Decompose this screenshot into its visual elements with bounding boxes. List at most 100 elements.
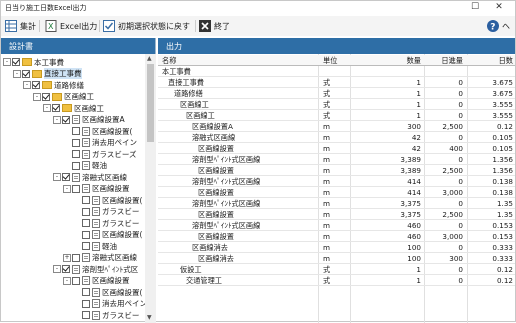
tree-checkbox[interactable] [62,265,70,273]
expand-toggle-icon[interactable]: + [63,253,71,262]
design-tree[interactable]: - 本工事費 - 直接工事費 - 道路修繕 - 区画線工 - 区画線工 - 区画線設置A 区画線設置(消… [1,54,145,322]
expand-toggle-icon[interactable]: - [23,81,31,89]
table-row[interactable]: 本工事費 [158,66,515,77]
tree-checkbox[interactable] [82,311,90,319]
tree-node[interactable]: ガラスビー [73,309,139,321]
table-row[interactable]: 区画線設置 m 3,375 2,500 1.35 [158,209,515,220]
tree-node[interactable]: ガラスビー [73,217,139,229]
tree-checkbox[interactable] [82,207,90,216]
tree-checkbox[interactable] [72,253,80,262]
tree-node[interactable]: 消去用ペイン [63,137,137,149]
expand-toggle-icon[interactable]: - [43,104,51,112]
table-row[interactable]: 区画線工 式 1 0 3.555 [158,99,515,110]
tree-checkbox[interactable] [82,288,90,296]
table-row[interactable]: 交通管理工 式 1 0 0.12 [158,275,515,286]
expand-toggle-icon[interactable]: - [63,276,71,285]
output-grid[interactable]: 名称 単位 数量 日進量 日数 本工事費 直接工事費式 1 0 3.675 道路修繕式 1 0 3.675… [158,54,515,323]
scroll-down-icon[interactable]: ▼ [147,314,152,321]
tree-checkbox[interactable] [82,196,90,204]
table-row[interactable]: 溶融式区画線 m 42 0 0.105 [158,132,515,143]
table-row[interactable]: 区画線消去 m 100 0 0.333 [158,242,515,253]
table-row[interactable]: 溶剤型ﾍﾟｲﾝﾄ式区画線 m 3,389 0 1.356 [158,154,515,165]
tree-checkbox[interactable] [62,173,70,181]
tree-node[interactable]: ガラスビーズ [63,148,136,160]
table-row[interactable]: 区画線設置 m 414 3,000 0.138 [158,187,515,198]
tree-node[interactable]: - 溶融式区画線 [53,171,127,183]
tree-node[interactable]: - 本工事費 [3,56,64,68]
unit-cell: 式 [323,78,331,87]
tree-node-label: 溶融式区画線 [82,172,127,182]
unit-cell: m [323,166,331,175]
table-row[interactable]: 区画線設置 m 42 400 0.105 [158,143,515,154]
expand-toggle-icon[interactable]: - [13,69,21,78]
exit-button[interactable]: 終了 [199,18,230,34]
tree-node[interactable]: - 区画線工 [33,91,94,103]
tree-node[interactable]: ガラスビー [73,206,139,218]
expand-toggle-icon[interactable]: - [53,173,61,181]
expand-toggle-icon[interactable]: - [33,92,41,101]
tree-checkbox[interactable] [22,69,30,78]
tree-checkbox[interactable] [72,276,80,285]
tree-node-label: ガラスビー [102,310,140,320]
tree-node[interactable]: - 溶剤型ﾍﾟｲﾝﾄ式区 [53,263,138,275]
tree-checkbox[interactable] [82,242,90,250]
days-cell: 0.105 [492,133,513,142]
tree-checkbox[interactable] [42,92,50,101]
tree-checkbox[interactable] [62,115,70,124]
expand-toggle-icon[interactable]: - [3,58,11,66]
summary-label: 集計 [20,21,36,31]
tree-node[interactable]: - 直接工事費 [13,68,82,80]
tree-checkbox[interactable] [72,184,80,193]
maximize-button[interactable]: ☐ [467,2,483,12]
table-row[interactable]: 区画線設置 m 3,389 2,500 1.356 [158,165,515,176]
tree-checkbox[interactable] [72,138,80,147]
table-row[interactable]: 溶剤型ﾍﾟｲﾝﾄ式区画線 m 414 0 0.138 [158,176,515,187]
tree-checkbox[interactable] [52,104,60,112]
reset-selection-button[interactable]: 初期選択状態に戻す [103,18,190,34]
scrollbar-thumb[interactable] [147,64,154,142]
table-row[interactable]: 区画線設置 m 460 3,000 0.153 [158,231,515,242]
expand-toggle-icon[interactable]: - [53,115,61,124]
expand-toggle-icon[interactable]: - [53,265,61,273]
tree-checkbox[interactable] [72,161,80,170]
table-row[interactable]: 区画線消去 m 100 300 0.333 [158,253,515,264]
table-row[interactable]: 直接工事費 式 1 0 3.675 [158,77,515,88]
tree-node[interactable]: + 溶融式区画線 [63,252,137,264]
tree-node[interactable]: - 区画線設置 [63,275,130,287]
close-button[interactable]: ✕ [491,2,507,12]
excel-output-button[interactable]: X Excel出力 [45,18,97,34]
table-row[interactable]: 道路修繕 式 1 0 3.675 [158,88,515,99]
column-header: 日数 [498,56,513,65]
tree-node[interactable]: - 区画線設置A [53,114,125,126]
table-row[interactable]: 溶剤型ﾍﾟｲﾝﾄ式区画線 m 460 0 0.153 [158,220,515,231]
tree-checkbox[interactable] [82,230,90,239]
tree-checkbox[interactable] [82,299,90,308]
expand-toggle-icon[interactable]: - [63,184,71,193]
doc-icon [82,253,90,262]
tree-node[interactable]: 軽油 [63,160,107,172]
table-row[interactable]: 仮設工 式 1 0 0.12 [158,264,515,275]
days-cell: 0.138 [492,188,513,197]
tree-node[interactable]: - 区画線設置 [63,183,130,195]
help-button[interactable]: ? ヘ [487,18,510,34]
tree-checkbox[interactable] [32,81,40,89]
tree-node[interactable]: 区画線設置( [73,194,142,206]
tree-node[interactable]: 軽油 [73,240,117,252]
tree-checkbox[interactable] [12,58,20,66]
table-row[interactable]: 区画線設置A m 300 2,500 0.12 [158,121,515,132]
tree-scrollbar[interactable]: ▲ ▼ [145,54,156,323]
tree-checkbox[interactable] [72,150,80,158]
scroll-up-icon[interactable]: ▲ [147,55,152,62]
tree-node[interactable]: - 区画線工 [43,102,104,114]
tree-node[interactable]: 区画線設置( [73,286,142,298]
summary-button[interactable]: 集計 [5,18,36,34]
tree-checkbox[interactable] [82,219,90,227]
tree-node[interactable]: 区画線設置( [63,125,132,137]
table-row[interactable]: 区画線工 式 1 0 3.555 [158,110,515,121]
tree-node[interactable]: - 道路修繕 [23,79,84,91]
tree-checkbox[interactable] [72,127,80,135]
toolbar-separator [99,20,100,32]
table-row[interactable]: 溶剤型ﾍﾟｲﾝﾄ式区画線 m 3,375 0 1.35 [158,198,515,209]
tree-node[interactable]: 区画線設置( [73,229,142,241]
tree-node[interactable]: 消去用ペイン [73,298,145,310]
